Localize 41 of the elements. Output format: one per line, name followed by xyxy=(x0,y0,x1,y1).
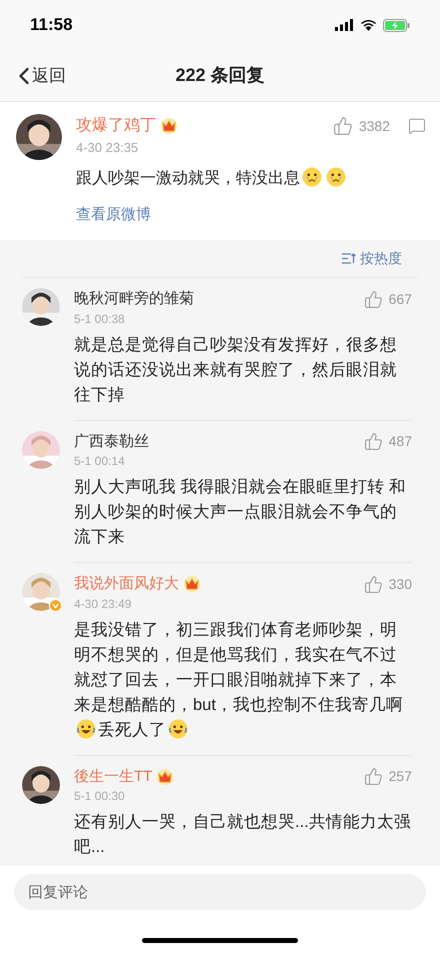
reply-input-field[interactable]: 回复评论 xyxy=(14,874,426,910)
like-count: 667 xyxy=(388,290,412,309)
sad-face-icon xyxy=(302,166,322,186)
comment-author[interactable]: 後生一生TT xyxy=(74,766,152,788)
page-title: 222 条回复 xyxy=(175,64,265,87)
comment-author[interactable]: 晚秋河畔旁的雏菊 xyxy=(74,288,194,310)
like-icon[interactable] xyxy=(332,116,353,136)
back-button[interactable]: 返回 xyxy=(10,62,66,90)
like-icon[interactable] xyxy=(364,767,383,786)
like-icon[interactable] xyxy=(364,432,383,452)
comment-time: 5-1 00:14 xyxy=(74,453,125,469)
comment-icon[interactable] xyxy=(408,117,426,135)
comment-time: 5-1 00:38 xyxy=(74,310,125,326)
comment-author[interactable]: 广西泰勒丝 xyxy=(74,430,149,453)
like-count: 330 xyxy=(388,574,412,594)
laughing-face-icon xyxy=(168,718,188,738)
comment-text: 丢死人了 xyxy=(98,720,166,740)
signal-icon xyxy=(335,19,354,31)
comment-text: 跟人吵架一激动就哭，特没出息 xyxy=(76,168,300,188)
like-count: 3382 xyxy=(358,116,390,136)
like-count: 487 xyxy=(388,432,412,452)
sort-button[interactable]: 按热度 xyxy=(342,248,402,269)
comment-text: 是我没错了，初三跟我们体育老师吵架，明明不想哭的，但是他骂我们，我实在气不过就怼了回去，一开口眼泪啪就掉下来了，本来是想酷酷的，but，我也控制不住我寄几啊 xyxy=(74,620,404,716)
comment-time: 5-1 00:30 xyxy=(74,788,125,804)
status-time: 11:58 xyxy=(30,14,73,36)
laughing-face-icon xyxy=(76,718,96,738)
comment-text: 就是总是觉得自己吵架没有发挥好，很多想说的话还没说出来就有哭腔了，然后眼泪就往下掉 xyxy=(74,334,398,406)
comment-text: 还有别人一哭，自己就也想哭...共情能力太强吧... xyxy=(74,812,412,858)
view-original-link[interactable]: 查看原微博 xyxy=(76,204,151,226)
comment-text: 别人大声吼我 我得眼泪就会在眼眶里打转 和别人吵架的时候大声一点眼泪就会不争气的流下来 xyxy=(74,477,408,548)
battery-icon xyxy=(383,18,410,32)
comment-time: 4-30 23:49 xyxy=(74,596,132,612)
like-count: 257 xyxy=(388,767,412,786)
comment-author[interactable]: 我说外面风好大 xyxy=(74,573,179,596)
post-author[interactable]: 攻爆了鸡丁 xyxy=(76,114,156,138)
like-icon[interactable] xyxy=(364,574,383,594)
wifi-icon xyxy=(360,19,377,31)
like-icon[interactable] xyxy=(364,290,383,309)
sort-icon xyxy=(342,253,356,264)
sad-face-icon xyxy=(326,166,346,186)
post-time: 4-30 23:35 xyxy=(76,139,138,157)
